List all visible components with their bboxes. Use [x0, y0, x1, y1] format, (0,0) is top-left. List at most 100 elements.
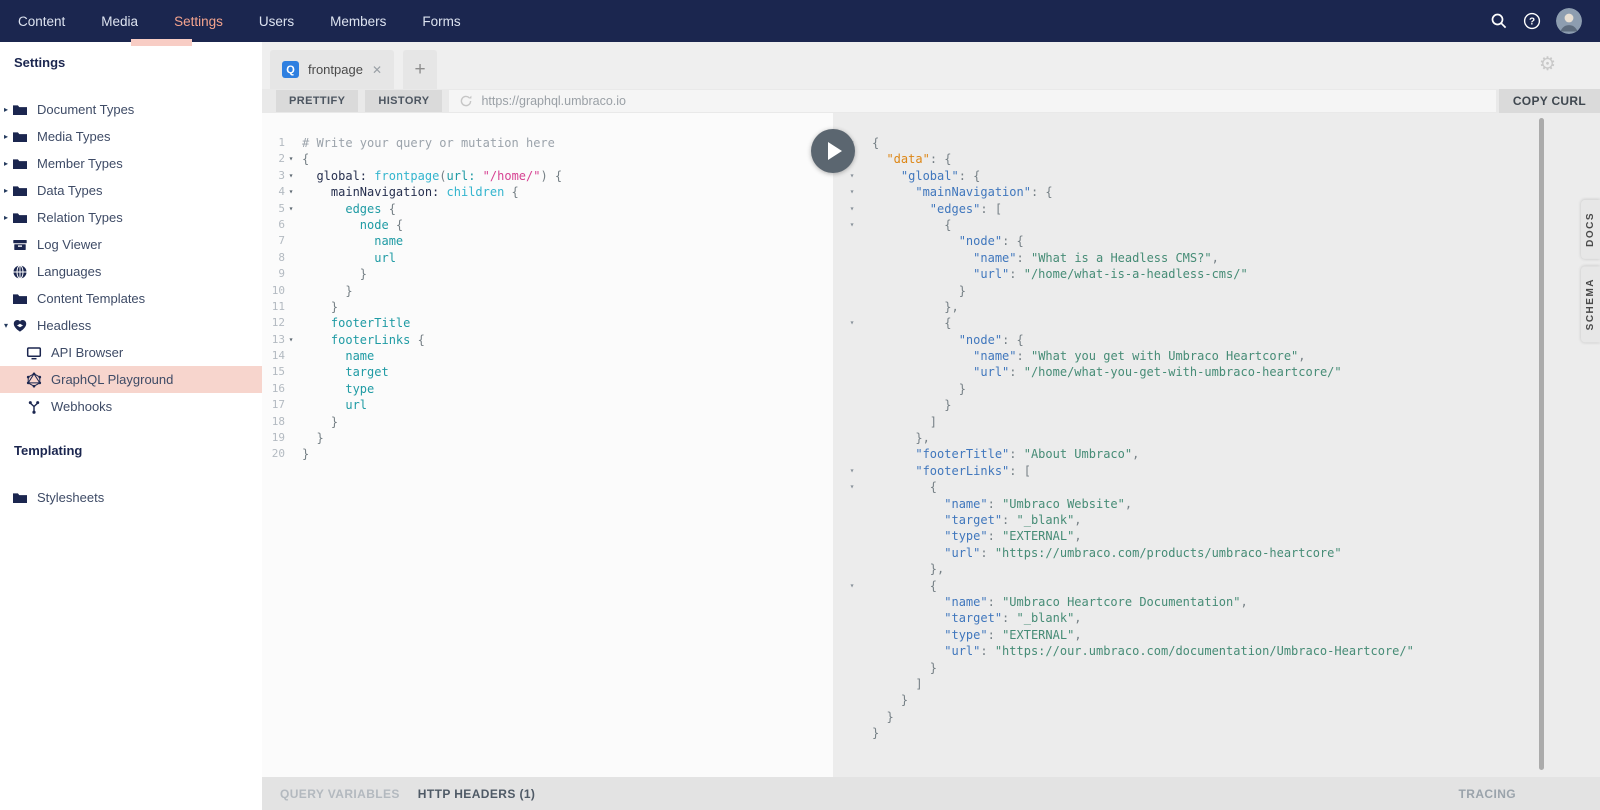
side-tabs: DOCS SCHEMA	[1581, 200, 1600, 343]
fold-arrow-icon[interactable]: ▾	[845, 315, 859, 331]
sidebar-item-label: Headless	[37, 318, 92, 333]
chevron-right-icon[interactable]: ▸	[0, 213, 12, 222]
line-number: 8	[278, 250, 285, 264]
playground-toolbar: PRETTIFY HISTORY https://graphql.umbraco…	[262, 89, 1600, 113]
query-line: 17 url	[262, 397, 833, 413]
fold-arrow-icon[interactable]: ▾	[285, 184, 297, 200]
nav-item-forms[interactable]: Forms	[404, 0, 478, 42]
fold-arrow-icon[interactable]: ▾	[845, 184, 859, 200]
sidebar-item-graphql-playground[interactable]: GraphQL Playground	[0, 366, 262, 393]
fold-arrow-icon[interactable]: ▾	[845, 578, 859, 594]
sidebar-item-media-types[interactable]: ▸ Media Types	[0, 123, 262, 150]
fold-arrow-icon[interactable]: ▾	[285, 332, 297, 348]
nav-item-media[interactable]: Media	[83, 0, 156, 42]
code-text: {	[302, 152, 310, 167]
code-text: }	[958, 381, 966, 396]
nav-item-content[interactable]: Content	[0, 0, 83, 42]
fold-arrow-spacer	[285, 135, 297, 151]
fold-arrow-icon[interactable]: ▾	[285, 168, 297, 184]
query-line: 13 ▾ footerLinks {	[262, 332, 833, 348]
fold-arrow-icon[interactable]: ▾	[845, 168, 859, 184]
code-text: name	[374, 234, 404, 249]
history-button[interactable]: HISTORY	[365, 90, 443, 112]
fold-arrow-spacer	[285, 414, 297, 430]
tab-frontpage[interactable]: Q frontpage ✕	[270, 50, 394, 89]
code-text: footerLinks {	[330, 332, 425, 347]
top-navigation: Content Media Settings Users Members Forms ?	[0, 0, 1600, 42]
response-line: "name": "Umbraco Website",	[833, 496, 1600, 512]
active-section-underline	[131, 39, 192, 46]
chevron-right-icon[interactable]: ▸	[0, 186, 12, 195]
response-line: "node": {	[833, 233, 1600, 249]
schema-tab[interactable]: SCHEMA	[1581, 265, 1600, 343]
query-line: 12 footerTitle	[262, 315, 833, 331]
fold-arrow-icon[interactable]: ▾	[285, 151, 297, 167]
settings-gear-icon[interactable]: ⚙	[1539, 53, 1556, 76]
fold-arrow-icon[interactable]: ▾	[845, 463, 859, 479]
playground-tabbar: Q frontpage ✕ + ⚙	[262, 42, 1600, 89]
execute-query-button[interactable]	[811, 129, 855, 173]
sidebar-item-content-templates[interactable]: Content Templates	[0, 285, 262, 312]
fold-arrow-spacer	[285, 397, 297, 413]
response-scrollbar[interactable]	[1539, 118, 1544, 770]
close-tab-icon[interactable]: ✕	[372, 63, 382, 77]
archive-icon	[12, 237, 28, 253]
chevron-right-icon[interactable]: ▸	[0, 159, 12, 168]
sidebar-item-webhooks[interactable]: Webhooks	[0, 393, 262, 420]
fold-arrow-spacer	[845, 299, 859, 315]
fold-arrow-icon[interactable]: ▾	[845, 479, 859, 495]
fold-arrow-spacer	[845, 266, 859, 282]
sidebar-heading-templating: Templating	[14, 443, 83, 458]
nav-item-members[interactable]: Members	[312, 0, 404, 42]
fold-arrow-icon[interactable]: ▾	[845, 217, 859, 233]
sidebar-item-member-types[interactable]: ▸ Member Types	[0, 150, 262, 177]
sidebar-item-data-types[interactable]: ▸ Data Types	[0, 177, 262, 204]
query-editor[interactable]: 1 # Write your query or mutation here 2 ▾{3…	[262, 113, 833, 777]
response-line: "target": "_blank",	[833, 610, 1600, 626]
help-icon[interactable]: ?	[1523, 12, 1541, 30]
sidebar-item-stylesheets[interactable]: Stylesheets	[0, 484, 262, 511]
response-line: "name": "What you get with Umbraco Heart…	[833, 348, 1600, 364]
sidebar-item-label: Media Types	[37, 129, 111, 144]
line-number: 5	[278, 201, 285, 215]
code-text: name	[345, 349, 375, 364]
nav-item-users[interactable]: Users	[241, 0, 312, 42]
docs-tab[interactable]: DOCS	[1581, 200, 1600, 259]
fold-arrow-icon[interactable]: ▾	[845, 201, 859, 217]
code-text: type	[345, 381, 375, 396]
response-line: ▾{	[833, 135, 1600, 151]
playground-bottombar: QUERY VARIABLES HTTP HEADERS (1) TRACING	[262, 777, 1600, 810]
query-line: 2 ▾ {	[262, 151, 833, 167]
avatar[interactable]	[1556, 8, 1582, 34]
fold-arrow-spacer	[845, 496, 859, 512]
sidebar-item-relation-types[interactable]: ▸ Relation Types	[0, 204, 262, 231]
heart-icon	[12, 318, 28, 334]
http-headers-tab[interactable]: HTTP HEADERS (1)	[418, 787, 536, 801]
fold-arrow-icon[interactable]: ▾	[285, 201, 297, 217]
code-text: edges {	[345, 201, 396, 216]
sidebar-item-log-viewer[interactable]: Log Viewer	[0, 231, 262, 258]
response-line: "type": "EXTERNAL",	[833, 627, 1600, 643]
fold-arrow-spacer	[845, 381, 859, 397]
chevron-right-icon[interactable]: ▸	[0, 132, 12, 141]
code-text: "url": "https://our.umbraco.com/document…	[944, 644, 1414, 659]
search-icon[interactable]	[1490, 12, 1508, 30]
endpoint-input[interactable]: https://graphql.umbraco.io	[449, 90, 1496, 112]
response-viewer: ▾{▾ "data": {▾ "global": {▾ "mainNavigat…	[833, 113, 1600, 777]
chevron-down-icon[interactable]: ▾	[0, 321, 12, 330]
query-line: 4 ▾ mainNavigation: children {	[262, 184, 833, 200]
tracing-tab[interactable]: TRACING	[1459, 787, 1600, 801]
prettify-button[interactable]: PRETTIFY	[276, 90, 359, 112]
chevron-right-icon[interactable]: ▸	[0, 105, 12, 114]
query-variables-tab[interactable]: QUERY VARIABLES	[280, 787, 400, 801]
reload-icon[interactable]	[459, 94, 473, 108]
new-tab-button[interactable]: +	[403, 50, 437, 89]
sidebar-item-headless[interactable]: ▾ Headless	[0, 312, 262, 339]
sidebar-item-document-types[interactable]: ▸ Document Types	[0, 96, 262, 123]
line-number: 19	[271, 431, 285, 445]
copy-curl-button[interactable]: COPY CURL	[1498, 89, 1600, 113]
sidebar-item-api-browser[interactable]: API Browser	[0, 339, 262, 366]
sidebar-item-languages[interactable]: Languages	[0, 258, 262, 285]
nav-item-settings[interactable]: Settings	[156, 0, 241, 42]
code-text: "node": {	[958, 332, 1024, 347]
